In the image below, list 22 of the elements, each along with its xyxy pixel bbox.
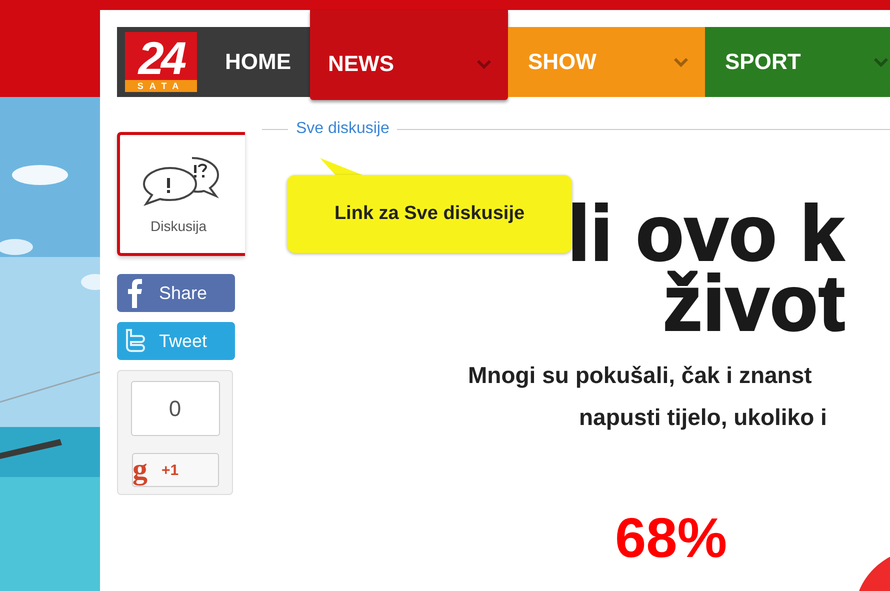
subtitle: Mnogi su pokušali, čak i znanst [468,361,813,390]
g-icon: g [132,455,148,485]
all-discussions-link[interactable]: Sve diskusije [296,120,390,138]
nav-tab[interactable]: SPORT [705,27,890,97]
discussion-button[interactable]: Diskusija [117,132,245,256]
stat-value: 68% [615,510,728,566]
share-button[interactable]: Share [117,274,235,312]
share-count: 0 [130,381,220,436]
bird-icon [123,327,147,355]
nav-tab[interactable]: HOME [205,27,310,97]
logo-subtext: SATA [125,80,197,92]
discussion-label: Diskusija [150,218,206,234]
headline: život [663,268,847,338]
plus-one-button[interactable]: g +1 [132,453,218,487]
nav-tab[interactable]: NEWS [310,10,508,100]
logo[interactable]: 24 SATA [117,27,205,97]
chevron-icon [673,57,689,67]
chevron-icon [476,58,492,68]
subtitle: napusti tijelo, ukoliko i [579,403,828,432]
tweet-button[interactable]: Tweet [117,322,235,360]
chevron-icon [873,57,889,67]
logo-text: 24 [138,36,184,80]
